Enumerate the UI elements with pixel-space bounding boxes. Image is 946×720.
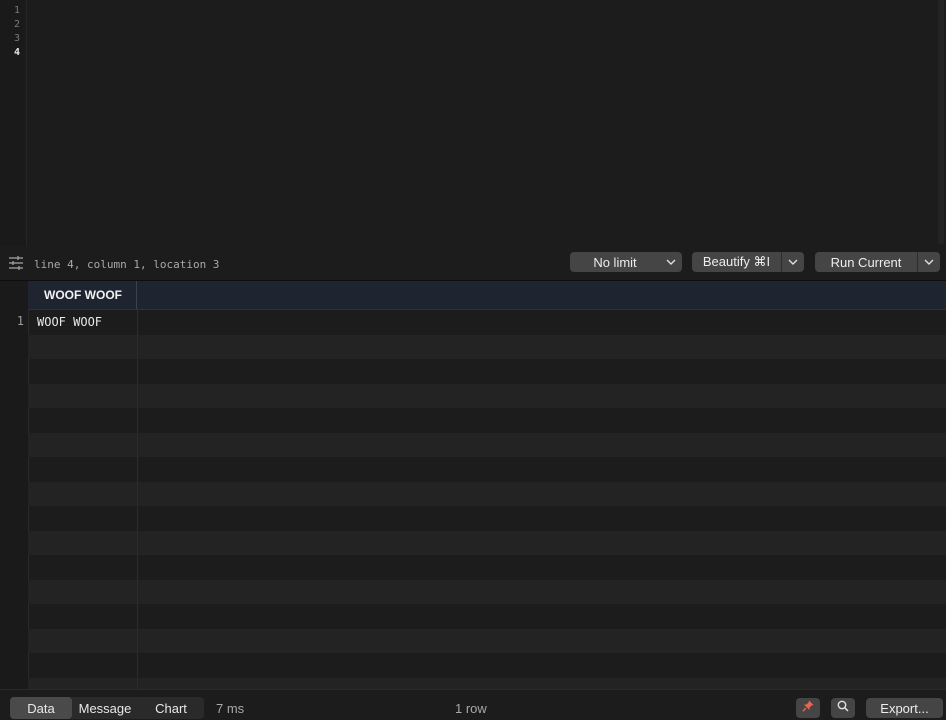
pin-button[interactable] xyxy=(796,698,820,718)
beautify-label: Beautify ⌘I xyxy=(702,254,771,269)
elapsed-time: 7 ms xyxy=(216,701,245,716)
column-header[interactable]: WOOF WOOF xyxy=(28,281,137,309)
table-row xyxy=(28,408,946,433)
chevron-down-icon[interactable] xyxy=(781,252,804,272)
line-number: 1 xyxy=(13,5,20,16)
app-window: 1 2 3 4 line 4, column 1, location 3 No … xyxy=(0,0,946,720)
line-number-active: 4 xyxy=(13,47,20,58)
line-number-gutter: 1 2 3 4 xyxy=(0,0,27,246)
result-tabs: Data Message Chart xyxy=(10,697,204,719)
table-row xyxy=(28,334,946,359)
column-divider xyxy=(137,310,138,689)
pin-icon xyxy=(802,699,814,717)
table-row xyxy=(28,604,946,629)
row-number-column xyxy=(0,281,29,689)
table-row xyxy=(28,579,946,604)
tab-data[interactable]: Data xyxy=(10,697,72,719)
table-row xyxy=(28,555,946,580)
search-icon xyxy=(837,699,849,717)
table-row xyxy=(28,310,946,335)
table-row xyxy=(28,457,946,482)
tab-chart[interactable]: Chart xyxy=(138,697,204,719)
chevron-down-icon[interactable] xyxy=(917,252,940,272)
table-row xyxy=(28,359,946,384)
editor-scrollbar[interactable] xyxy=(938,0,944,244)
sql-editor[interactable]: 1 2 3 4 xyxy=(0,0,946,246)
results-grid[interactable]: WOOF WOOF 1 WOOF WOOF xyxy=(0,281,946,689)
table-row xyxy=(28,383,946,408)
row-limit-select[interactable]: No limit xyxy=(570,252,682,272)
grid-header: WOOF WOOF xyxy=(28,281,946,310)
search-button[interactable] xyxy=(831,698,855,718)
table-row xyxy=(28,481,946,506)
row-count: 1 row xyxy=(455,701,487,716)
editor-toolbar: line 4, column 1, location 3 No limit Be… xyxy=(0,246,946,281)
table-cell[interactable]: WOOF WOOF xyxy=(37,315,102,329)
table-row xyxy=(28,530,946,555)
line-number: 2 xyxy=(13,19,20,30)
table-row xyxy=(28,677,946,689)
sliders-icon[interactable] xyxy=(8,255,24,271)
table-row xyxy=(28,506,946,531)
grid-rows xyxy=(28,310,946,689)
run-current-button[interactable]: Run Current xyxy=(815,252,940,272)
line-number: 3 xyxy=(13,33,20,44)
row-index: 1 xyxy=(16,314,24,328)
row-limit-label: No limit xyxy=(593,254,637,270)
tab-message[interactable]: Message xyxy=(72,697,138,719)
cursor-position-status: line 4, column 1, location 3 xyxy=(34,258,220,271)
results-footer: Data Message Chart 7 ms 1 row Export... xyxy=(0,689,946,720)
editor-text-area[interactable] xyxy=(30,2,936,246)
table-row xyxy=(28,653,946,678)
export-button[interactable]: Export... xyxy=(866,698,943,718)
chevron-down-icon xyxy=(660,252,682,272)
table-row xyxy=(28,628,946,653)
run-current-label: Run Current xyxy=(830,254,902,270)
beautify-button[interactable]: Beautify ⌘I xyxy=(692,252,804,272)
table-row xyxy=(28,432,946,457)
